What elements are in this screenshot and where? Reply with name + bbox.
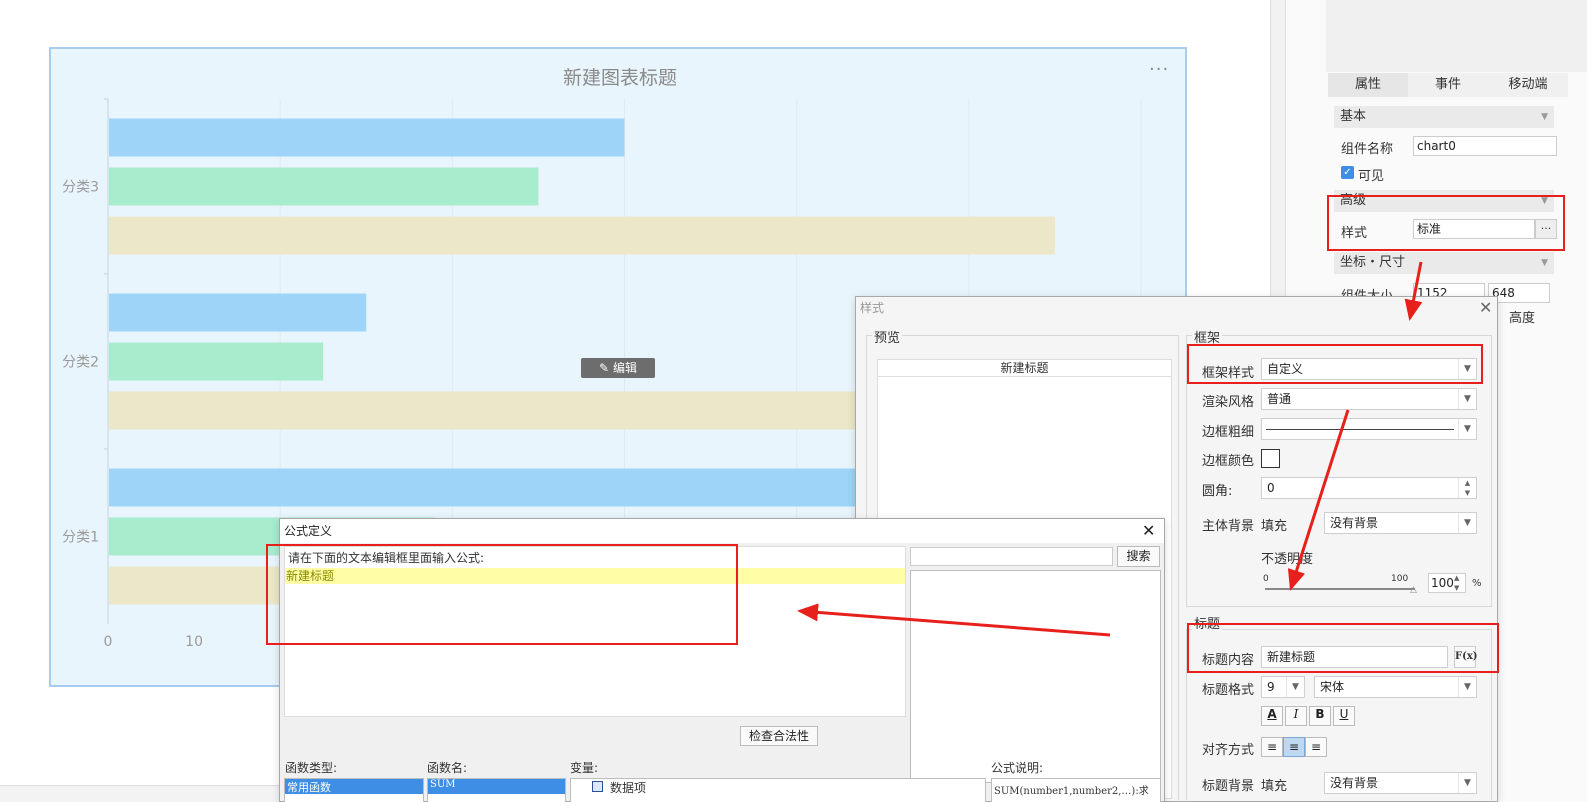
arrow-title-to-formula (797, 603, 1111, 637)
arrow-style-to-frame (1404, 261, 1423, 321)
arrow-frame-to-title (1287, 409, 1350, 591)
annotation-arrows (797, 261, 1423, 637)
